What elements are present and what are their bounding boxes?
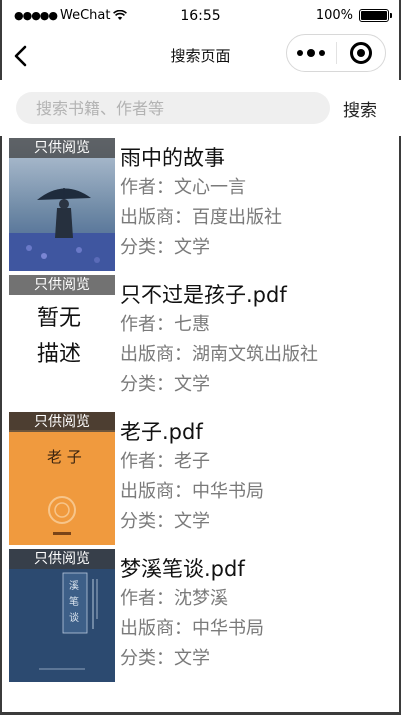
cover-text-line1: 暂无 [37,306,81,331]
menu-capsule [286,34,386,72]
search-input[interactable] [16,92,330,124]
book-item[interactable]: 老 子 只供阅览 老子.pdf 作者：老子 出版商：中华书局 分类：文学 [0,411,401,548]
book-info: 只不过是孩子.pdf 作者：七惠 出版商：湖南文筑出版社 分类：文学 [120,280,318,400]
book-publisher: 出版商：百度出版社 [120,207,282,228]
read-only-badge: 只供阅览 [9,412,115,432]
book-title: 老子.pdf [120,420,203,444]
book-category: 分类：文学 [120,374,210,395]
book-item[interactable]: 只供阅览 雨中的故事 作者：文心一言 出版商：百度出版社 分类：文学 [0,137,401,274]
book-publisher: 出版商：中华书局 [120,481,264,502]
book-cover: 老 子 只供阅览 [9,412,115,545]
more-button[interactable] [287,49,336,57]
cover-text-line2: 描述 [37,342,81,367]
nav-bar: 搜索页面 [0,32,401,80]
read-only-badge: 只供阅览 [9,549,115,569]
book-info: 雨中的故事 作者：文心一言 出版商：百度出版社 分类：文学 [120,143,282,263]
book-cover: 只供阅览 [9,138,115,271]
book-cover: 暂无 描述 只供阅览 [9,275,115,408]
read-only-badge: 只供阅览 [9,275,115,295]
search-button[interactable]: 搜索 [343,96,377,121]
book-title: 只不过是孩子.pdf [120,283,287,307]
status-bar: ●●●●● WeChat 16:55 100% [0,0,401,32]
book-info: 老子.pdf 作者：老子 出版商：中华书局 分类：文学 [120,417,264,537]
book-item[interactable]: 暂无 描述 只供阅览 只不过是孩子.pdf 作者：七惠 出版商：湖南文筑出版社 … [0,274,401,411]
close-miniprogram-button[interactable] [336,42,385,64]
book-title: 梦溪笔谈.pdf [120,557,245,581]
status-right: 100% [315,8,392,23]
battery-percent: 100% [315,8,353,23]
search-bar: 搜索 [0,80,401,136]
book-publisher: 出版商：中华书局 [120,618,264,639]
book-author: 作者：文心一言 [120,177,246,198]
battery-icon [359,9,392,22]
read-only-badge: 只供阅览 [9,138,115,158]
cover-title-text: 老 子 [47,448,82,466]
book-info: 梦溪笔谈.pdf 作者：沈梦溪 出版商：中华书局 分类：文学 [120,554,264,674]
book-author: 作者：老子 [120,451,210,472]
book-author: 作者：沈梦溪 [120,588,228,609]
target-icon [349,42,372,64]
book-title: 雨中的故事 [120,146,225,170]
book-author: 作者：七惠 [120,314,210,335]
book-item[interactable]: 溪 笔 谈 只供阅览 梦溪笔谈.pdf 作者：沈梦溪 出版商：中华书局 分类：文… [0,548,401,685]
book-category: 分类：文学 [120,648,210,669]
book-list: 只供阅览 雨中的故事 作者：文心一言 出版商：百度出版社 分类：文学 暂无 描述… [0,137,401,685]
book-publisher: 出版商：湖南文筑出版社 [120,344,318,365]
cover-title-char-2: 笔 [69,595,79,608]
cover-title-char-3: 谈 [69,611,79,624]
book-category: 分类：文学 [120,511,210,532]
book-category: 分类：文学 [120,237,210,258]
book-cover: 溪 笔 谈 只供阅览 [9,549,115,682]
cover-title-char-1: 溪 [69,580,79,592]
